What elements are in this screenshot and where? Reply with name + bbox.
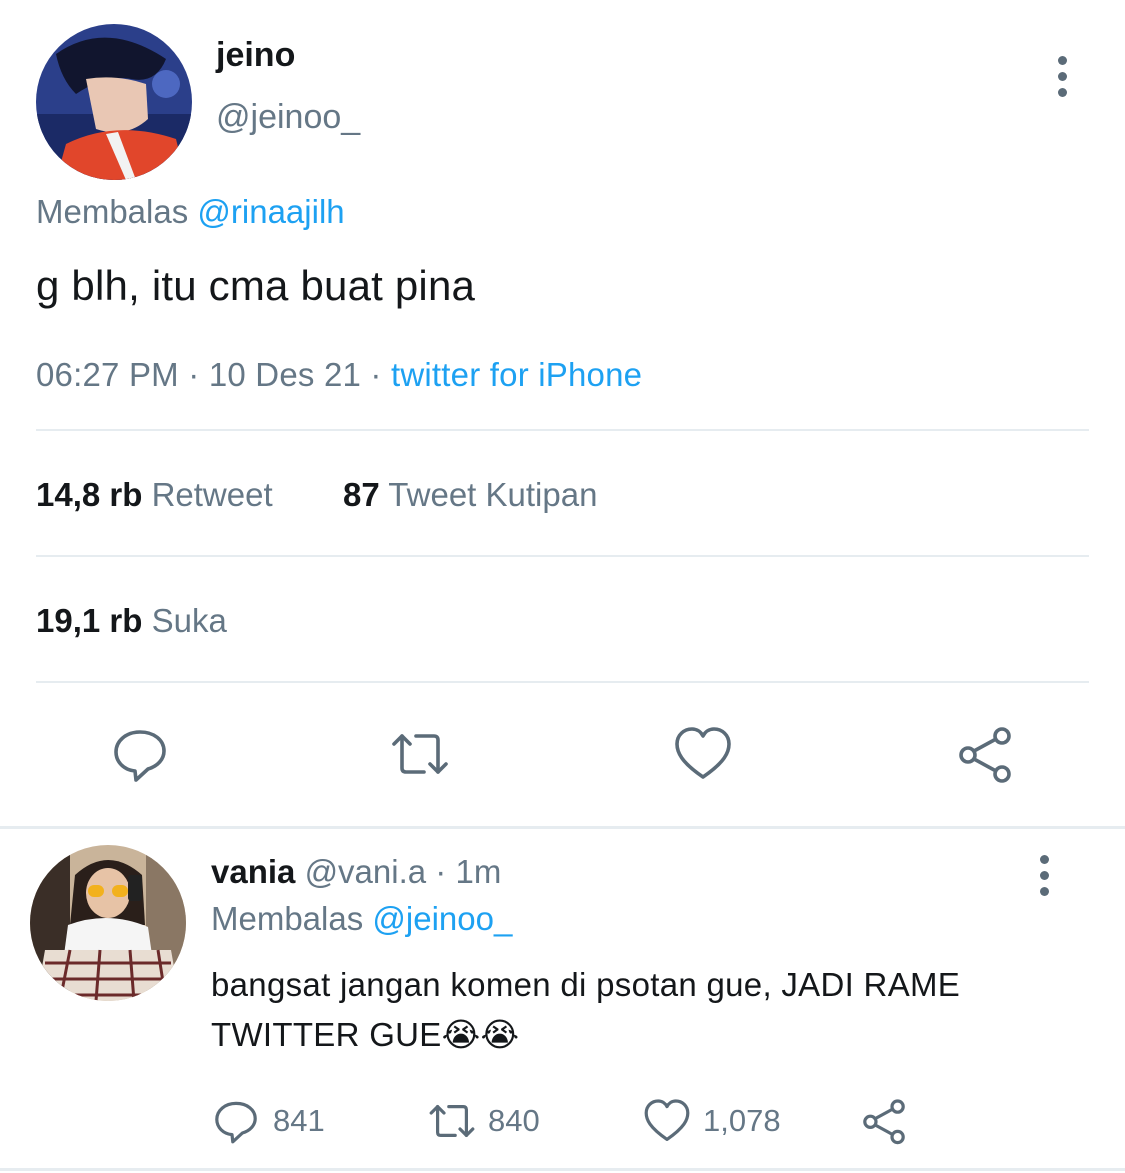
more-vertical-icon [1040,54,1084,97]
avatar-image [36,24,192,180]
divider [36,681,1089,683]
reply-header: vania @vani.a · 1m [211,853,501,891]
divider [36,429,1089,431]
reply-count: 841 [273,1103,325,1138]
more-options-button[interactable] [1040,54,1084,98]
replying-to: Membalas @rinaajilh [36,193,345,231]
quote-count: 87 [343,476,380,513]
tweet-separator [0,826,1125,829]
more-options-button[interactable] [1022,853,1066,897]
tweet-meta: 06:27 PM · 10 Des 21 · twitter for iPhon… [36,356,642,394]
replying-prefix: Membalas [36,193,189,230]
likes-stat[interactable]: 19,1 rb Suka [36,602,227,640]
reply-icon [215,1101,257,1144]
share-icon [863,1099,905,1145]
replying-prefix: Membalas [211,900,364,937]
retweet-label: Retweet [151,476,273,513]
retweet-stat[interactable]: 14,8 rb Retweet [36,476,273,514]
replying-to: Membalas @jeinoo_ [211,900,512,938]
heart-icon [644,1099,690,1141]
divider [36,555,1089,557]
reply-icon [114,730,166,782]
tweet-text: g blh, itu cma buat pina [36,262,476,309]
share-button[interactable] [860,1097,908,1145]
heart-icon [675,727,731,779]
tweet-source-link[interactable]: twitter for iPhone [391,356,642,393]
user-handle[interactable]: @vani.a [305,853,427,890]
retweet-icon [392,734,448,774]
share-icon [959,727,1011,783]
reply-button[interactable] [110,724,170,784]
likes-label: Suka [151,602,227,639]
tweet-text: bangsat jangan komen di psotan gue, JADI… [211,966,961,1053]
quote-tweet-stat[interactable]: 87 Tweet Kutipan [343,476,597,514]
retweet-button[interactable] [428,1097,476,1145]
display-name[interactable]: vania [211,853,295,890]
like-button[interactable] [673,724,733,784]
retweet-count: 14,8 rb [36,476,143,513]
retweet-button[interactable] [390,724,450,784]
like-button[interactable] [643,1097,691,1145]
retweet-count: 840 [488,1103,540,1138]
tweet-date[interactable]: 10 Des 21 [209,356,361,393]
user-handle[interactable]: @jeinoo_ [216,98,360,137]
reply-button[interactable] [212,1097,260,1145]
avatar[interactable] [30,845,186,1001]
replying-to-handle-link[interactable]: @rinaajilh [197,193,344,230]
display-name[interactable]: jeino [216,36,295,75]
tweet-time-ago[interactable]: 1m [455,853,501,890]
meta-separator: · [370,356,382,393]
tweet-separator [0,1168,1125,1171]
tweet-time[interactable]: 06:27 PM [36,356,179,393]
meta-separator: · [435,853,447,890]
more-vertical-icon [1022,853,1066,896]
retweet-icon [429,1105,475,1137]
likes-count: 19,1 rb [36,602,143,639]
replying-to-handle-link[interactable]: @jeinoo_ [372,900,512,937]
quote-label: Tweet Kutipan [388,476,598,513]
avatar-image [30,845,186,1001]
share-button[interactable] [955,724,1015,784]
meta-separator: · [188,356,200,393]
avatar[interactable] [36,24,192,180]
like-count: 1,078 [703,1103,781,1138]
